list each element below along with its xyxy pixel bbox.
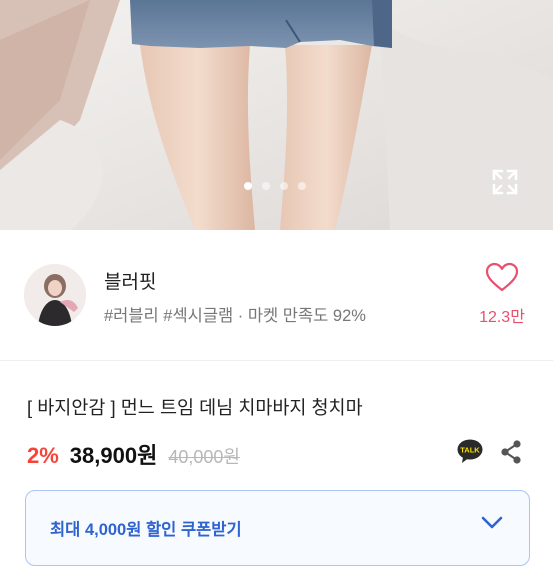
gallery-dot[interactable] xyxy=(262,182,270,190)
coupon-label: 최대 4,000원 할인 쿠폰받기 xyxy=(50,521,242,539)
talk-label: TALK xyxy=(460,446,480,455)
share-icon[interactable] xyxy=(500,440,522,464)
coupon-download-button[interactable]: 최대 4,000원 할인 쿠폰받기 xyxy=(25,490,530,566)
discount-rate: 2% xyxy=(27,443,59,468)
chevron-down-icon xyxy=(481,516,503,529)
product-title: [ 바지안감 ] 먼느 트임 데님 치마바지 청치마 xyxy=(27,397,363,418)
gallery-dot[interactable] xyxy=(244,182,252,190)
shop-avatar[interactable] xyxy=(24,264,86,326)
gallery-dot[interactable] xyxy=(280,182,288,190)
like-button[interactable]: 12.3만 xyxy=(472,262,532,327)
original-price: 40,000원 xyxy=(168,447,240,467)
sale-price: 38,900원 xyxy=(69,443,158,468)
shop-tags: #러블리 #섹시글램 · 마켓 만족도 92% xyxy=(104,307,366,325)
gallery-dot[interactable] xyxy=(298,182,306,190)
section-divider xyxy=(0,360,553,361)
kakao-talk-icon[interactable]: TALK xyxy=(457,438,483,464)
product-photo xyxy=(0,0,553,230)
heart-outline-icon xyxy=(485,262,519,292)
gallery-pagination xyxy=(244,182,306,190)
shop-name[interactable]: 블러핏 xyxy=(104,267,156,294)
expand-icon[interactable] xyxy=(490,167,520,197)
product-image-gallery[interactable] xyxy=(0,0,553,230)
price-row: 2% 38,900원 40,000원 xyxy=(27,438,240,470)
like-count: 12.3만 xyxy=(479,309,525,326)
